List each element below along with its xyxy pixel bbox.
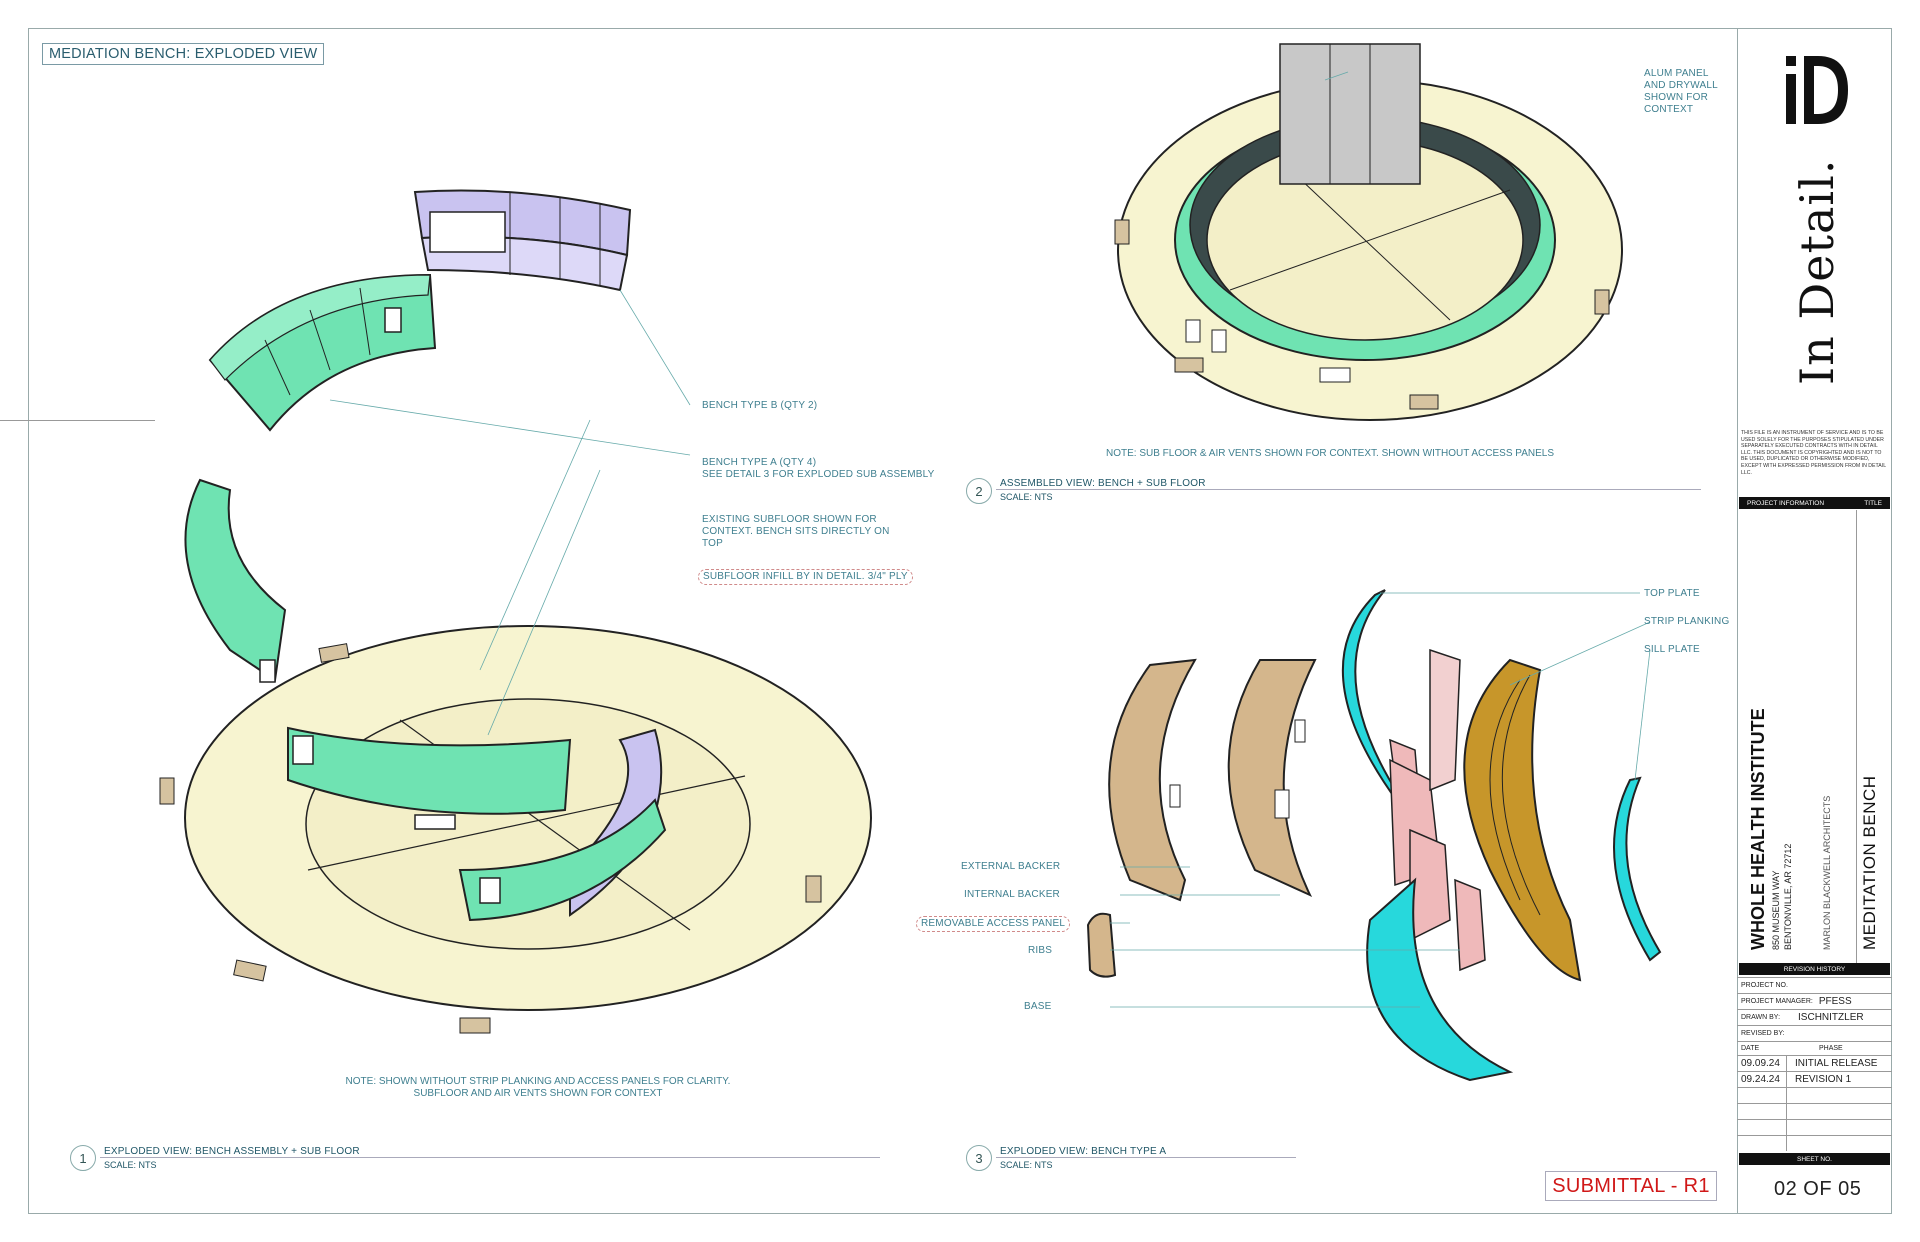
sheet-title: MEDIATION BENCH: EXPLODED VIEW xyxy=(42,43,325,65)
revision-date: 09.09.24 xyxy=(1741,1058,1780,1069)
project-address-2: BENTONVILLE, AR 72712 xyxy=(1783,843,1793,950)
label-bench-type-a-note: SEE DETAIL 3 FOR EXPLODED SUB ASSEMBLY xyxy=(702,469,935,480)
view2-number: 2 xyxy=(966,478,992,504)
label-alum-2: AND DRYWALL xyxy=(1644,80,1718,91)
project-no-label: PROJECT NO. xyxy=(1741,982,1788,989)
label-internal-backer: INTERNAL BACKER xyxy=(964,889,1060,900)
revision-row: 09.09.24 INITIAL RELEASE xyxy=(1737,1055,1892,1071)
view3-number: 3 xyxy=(966,1145,992,1171)
view3-title-underline xyxy=(996,1157,1296,1158)
view3-title: EXPLODED VIEW: BENCH TYPE A xyxy=(1000,1146,1167,1157)
label-alum-4: CONTEXT xyxy=(1644,104,1694,115)
label-subfloor-infill: SUBFLOOR INFILL BY IN DETAIL. 3/4" PLY xyxy=(698,569,913,585)
label-alum-1: ALUM PANEL xyxy=(1644,68,1709,79)
view1-number: 1 xyxy=(70,1145,96,1171)
project-info-header-bar: PROJECT INFORMATION TITLE xyxy=(1739,497,1890,509)
phase-header: PHASE xyxy=(1819,1045,1843,1052)
view2-illustration xyxy=(1114,43,1623,421)
label-bench-type-a: BENCH TYPE A (QTY 4) xyxy=(702,457,817,468)
title-column-divider xyxy=(1856,510,1857,966)
label-subfloor-2: CONTEXT. BENCH SITS DIRECTLY ON xyxy=(702,526,890,537)
revision-table-header: DATE PHASE xyxy=(1737,1041,1892,1055)
drawn-by-value: ISCHNITZLER xyxy=(1798,1012,1864,1023)
revised-by-label: REVISED BY: xyxy=(1741,1030,1785,1037)
view3-illustration xyxy=(1086,589,1662,1082)
revision-row: 09.24.24 REVISION 1 xyxy=(1737,1071,1892,1087)
view2-scale: SCALE: NTS xyxy=(1000,492,1053,502)
submittal-stamp: SUBMITTAL - R1 xyxy=(1545,1171,1717,1201)
label-strip-planking: STRIP PLANKING xyxy=(1644,616,1730,627)
view3-scale: SCALE: NTS xyxy=(1000,1160,1053,1170)
project-manager-row: PROJECT MANAGER: PFESS xyxy=(1737,993,1892,1009)
project-address-1: 850 MUSEUM WAY xyxy=(1771,870,1781,950)
label-base: BASE xyxy=(1024,1001,1052,1012)
project-manager-label: PROJECT MANAGER: xyxy=(1741,998,1813,1005)
view2-title-underline xyxy=(996,489,1701,490)
disclaimer-text: THIS FILE IS AN INSTRUMENT OF SERVICE AN… xyxy=(1741,430,1886,476)
revision-column-divider xyxy=(1786,1055,1787,1151)
logo-wordmark: In Detail. xyxy=(1790,158,1844,385)
project-name: WHOLE HEALTH INSTITUTE xyxy=(1748,708,1768,950)
label-subfloor-3: TOP xyxy=(702,538,723,549)
project-no-row: PROJECT NO. xyxy=(1737,977,1892,993)
revision-phase: INITIAL RELEASE xyxy=(1795,1058,1878,1069)
label-removable-access-panel: REMOVABLE ACCESS PANEL xyxy=(916,916,1071,932)
revision-row-empty xyxy=(1737,1087,1892,1103)
project-manager-value: PFESS xyxy=(1818,996,1852,1007)
sheet-name: MEDITATION BENCH xyxy=(1860,775,1879,950)
sheet-no-header: SHEET NO. xyxy=(1739,1153,1890,1165)
view2-note: NOTE: SUB FLOOR & AIR VENTS SHOWN FOR CO… xyxy=(1105,448,1555,459)
label-bench-type-b: BENCH TYPE B (QTY 2) xyxy=(702,400,818,411)
drawn-by-row: DRAWN BY: ISCHNITZLER xyxy=(1737,1009,1892,1025)
revision-date: 09.24.24 xyxy=(1741,1074,1780,1085)
in-detail-logo-icon xyxy=(1786,56,1848,124)
view1-note-2: SUBFLOOR AND AIR VENTS SHOWN FOR CONTEXT xyxy=(413,1088,663,1099)
revision-row-empty xyxy=(1737,1103,1892,1119)
view1-title-underline xyxy=(100,1157,880,1158)
view2-title: ASSEMBLED VIEW: BENCH + SUB FLOOR xyxy=(1000,478,1206,489)
project-info-header: PROJECT INFORMATION xyxy=(1747,499,1825,507)
drawn-by-label: DRAWN BY: xyxy=(1741,1014,1781,1021)
view1-illustration xyxy=(159,189,872,1034)
date-header: DATE xyxy=(1741,1045,1760,1052)
label-ribs: RIBS xyxy=(1028,945,1053,956)
view1-note-1: NOTE: SHOWN WITHOUT STRIP PLANKING AND A… xyxy=(345,1076,731,1087)
view1-title: EXPLODED VIEW: BENCH ASSEMBLY + SUB FLOO… xyxy=(104,1146,360,1157)
tb-divider xyxy=(0,420,155,421)
label-external-backer: EXTERNAL BACKER xyxy=(961,861,1061,872)
project-architect: MARLON BLACKWELL ARCHITECTS xyxy=(1822,795,1832,950)
label-sill-plate: SILL PLATE xyxy=(1644,644,1700,655)
label-alum-3: SHOWN FOR xyxy=(1644,92,1709,103)
label-subfloor-1: EXISTING SUBFLOOR SHOWN FOR xyxy=(702,514,877,525)
revised-by-row: REVISED BY: xyxy=(1737,1025,1892,1041)
revision-phase: REVISION 1 xyxy=(1795,1074,1852,1085)
revision-row-empty xyxy=(1737,1119,1892,1135)
title-header: TITLE xyxy=(1864,499,1882,507)
revision-row-empty xyxy=(1737,1135,1892,1151)
revision-history-header: REVISION HISTORY xyxy=(1739,963,1890,975)
sheet-number: 02 OF 05 xyxy=(1774,1178,1862,1200)
label-top-plate: TOP PLATE xyxy=(1644,588,1700,599)
view1-scale: SCALE: NTS xyxy=(104,1160,157,1170)
